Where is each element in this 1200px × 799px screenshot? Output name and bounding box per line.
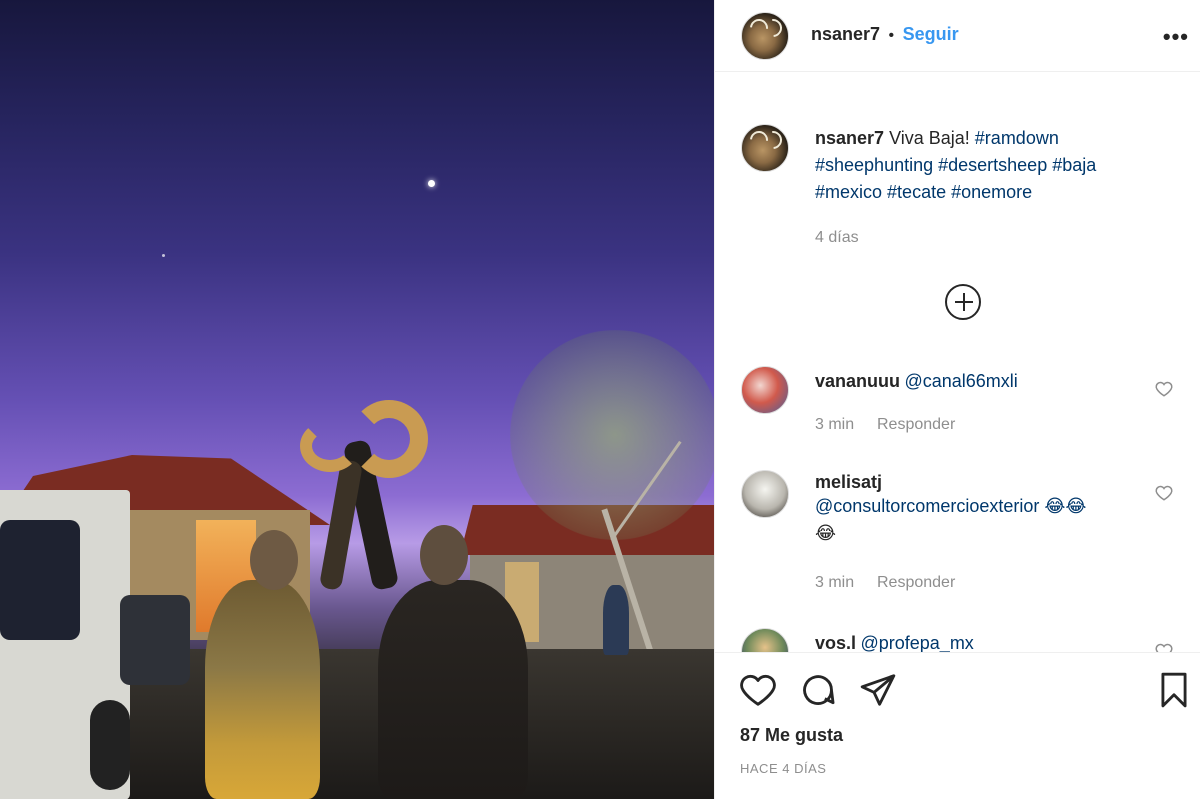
commenter-avatar[interactable]	[741, 628, 789, 652]
paper-plane-icon[interactable]	[859, 671, 897, 709]
author-username[interactable]: nsaner7	[811, 24, 880, 44]
post-actions: 87 Me gusta HACE 4 DÍAS	[715, 652, 1200, 799]
comments-list: vananuuu @canal66mxli 3 min Responder me…	[715, 330, 1200, 652]
separator-dot: •	[888, 27, 895, 44]
hashtag-link[interactable]: #onemore	[951, 182, 1032, 202]
caption-line: #sheephunting #desertsheep #baja	[815, 152, 1175, 179]
comment-mention[interactable]: @profepa_mx	[860, 633, 973, 652]
commenter-avatar[interactable]	[741, 366, 789, 414]
raised-arm	[318, 459, 364, 591]
reply-button[interactable]: Responder	[877, 574, 955, 592]
comment-body: vananuuu @canal66mxli	[815, 368, 1145, 395]
star	[428, 180, 435, 187]
comment-body: melisatj @consultorcomercioexterior 😂😂 😂	[815, 472, 1155, 547]
like-count[interactable]: 87 Me gusta	[740, 725, 843, 746]
plus-circle-icon[interactable]	[945, 284, 981, 320]
hashtag-link[interactable]: #sheephunting	[815, 155, 933, 175]
hashtag-link[interactable]: #mexico	[815, 182, 882, 202]
caption-text: Viva Baja!	[889, 128, 970, 148]
reply-button[interactable]: Responder	[877, 416, 955, 434]
post-photo[interactable]	[0, 0, 714, 799]
bookmark-icon[interactable]	[1155, 671, 1193, 709]
heart-icon[interactable]	[1155, 380, 1173, 398]
parked-car	[120, 595, 190, 685]
header-user-line: nsaner7 • Seguir	[811, 24, 959, 45]
truck-window	[0, 520, 80, 640]
person-camo	[205, 580, 320, 799]
heart-icon[interactable]	[1155, 484, 1173, 502]
hashtag-link[interactable]: #tecate	[887, 182, 946, 202]
hashtag-link[interactable]: #ramdown	[975, 128, 1059, 148]
caption-username[interactable]: nsaner7	[815, 128, 884, 148]
comment-username[interactable]: melisatj	[815, 472, 1155, 493]
hashtag-link[interactable]: #desertsheep	[938, 155, 1047, 175]
antler-graphic	[760, 127, 786, 153]
post-caption: nsaner7 Viva Baja! #ramdown #sheephuntin…	[815, 125, 1175, 206]
commenter-avatar[interactable]	[741, 470, 789, 518]
ram-horn	[300, 420, 360, 472]
caption-avatar[interactable]	[741, 124, 789, 172]
ram-horn	[350, 400, 428, 478]
comment-username[interactable]: vananuuu	[815, 371, 900, 391]
antler-graphic	[760, 15, 786, 41]
star	[162, 254, 165, 257]
comment-bubble-icon[interactable]	[799, 671, 837, 709]
hashtag-link[interactable]: #baja	[1052, 155, 1096, 175]
post-timestamp[interactable]: HACE 4 DÍAS	[740, 761, 826, 776]
caption-line: #mexico #tecate #onemore	[815, 179, 1175, 206]
comment-timestamp[interactable]: 3 min	[815, 574, 854, 592]
person-dark	[378, 580, 528, 799]
comment-mention: @consultorcomercioexterior 😂😂	[815, 493, 1155, 520]
follow-button[interactable]: Seguir	[903, 24, 959, 44]
caption-timestamp[interactable]: 4 días	[815, 229, 859, 247]
person-head	[420, 525, 468, 585]
comment-mention[interactable]: @canal66mxli	[904, 371, 1017, 391]
heart-icon[interactable]	[739, 671, 777, 709]
author-avatar[interactable]	[741, 12, 789, 60]
background-person	[603, 585, 629, 655]
truck-wheel	[90, 700, 130, 790]
tree-foliage	[510, 330, 714, 540]
comment-mention-text[interactable]: @consultorcomercioexterior 😂😂	[815, 496, 1086, 516]
comment-timestamp[interactable]: 3 min	[815, 416, 854, 434]
caption-line: nsaner7 Viva Baja! #ramdown	[815, 125, 1175, 152]
more-options-icon[interactable]: •••	[1163, 24, 1189, 50]
post-side-panel: nsaner7 • Seguir ••• nsaner7 Viva Baja! …	[714, 0, 1200, 799]
comment-body: vos.l @profepa_mx	[815, 630, 1155, 652]
person-head	[250, 530, 298, 590]
post-header: nsaner7 • Seguir •••	[715, 0, 1200, 72]
comment-username[interactable]: vos.l	[815, 633, 856, 652]
heart-icon[interactable]	[1155, 642, 1173, 652]
comment-emoji-line: 😂	[815, 523, 837, 543]
